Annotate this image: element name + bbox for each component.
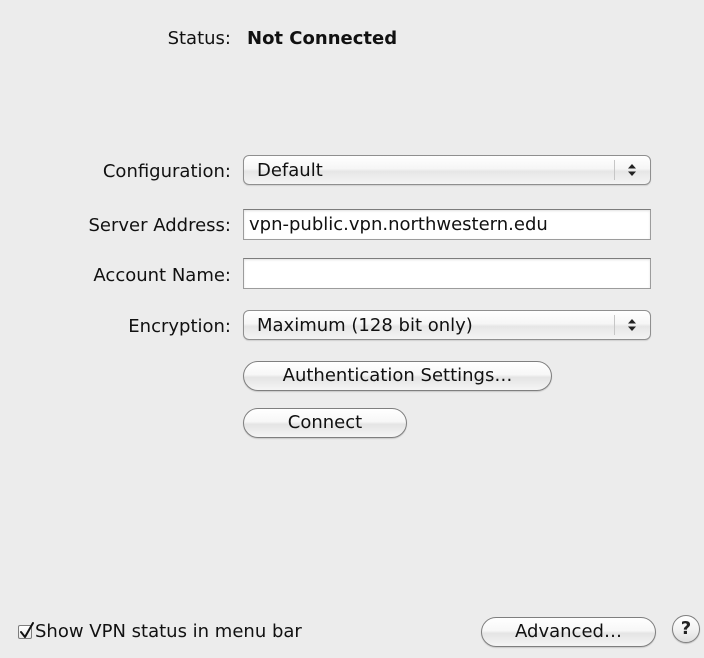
- checkmark-icon: [20, 622, 34, 638]
- updown-arrows-icon: [614, 311, 650, 339]
- advanced-button[interactable]: Advanced…: [481, 617, 656, 647]
- help-button[interactable]: ?: [672, 615, 700, 643]
- account-name-field[interactable]: [243, 258, 651, 289]
- server-address-label: Server Address:: [88, 215, 232, 236]
- configuration-popup[interactable]: Default: [243, 155, 651, 185]
- show-vpn-status-checkbox[interactable]: [18, 622, 34, 639]
- show-vpn-status-checkbox-row[interactable]: Show VPN status in menu bar: [18, 620, 302, 644]
- encryption-selected: Maximum (128 bit only): [257, 315, 473, 336]
- configuration-selected: Default: [257, 160, 323, 181]
- authentication-settings-button[interactable]: Authentication Settings…: [243, 361, 552, 391]
- show-vpn-status-label: Show VPN status in menu bar: [35, 621, 302, 642]
- server-address-field[interactable]: [243, 209, 651, 240]
- updown-arrows-icon: [614, 156, 650, 184]
- status-label: Status:: [167, 28, 231, 49]
- account-name-label: Account Name:: [93, 265, 231, 286]
- status-value: Not Connected: [247, 28, 398, 49]
- encryption-popup[interactable]: Maximum (128 bit only): [243, 310, 651, 340]
- encryption-label: Encryption:: [128, 316, 231, 337]
- connect-button[interactable]: Connect: [243, 408, 407, 438]
- configuration-label: Configuration:: [102, 161, 231, 182]
